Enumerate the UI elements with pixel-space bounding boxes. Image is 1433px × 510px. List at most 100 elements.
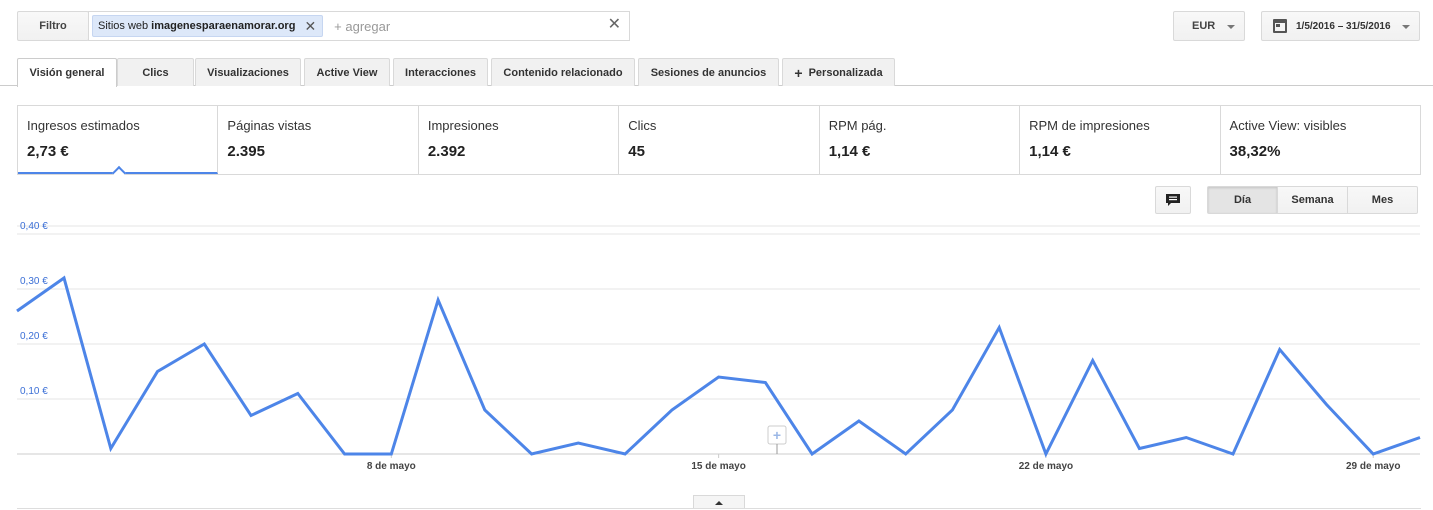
date-range-selector[interactable]: 1/5/2016 – 31/5/2016 xyxy=(1261,11,1420,41)
granularity-week-button[interactable]: Semana xyxy=(1277,186,1348,214)
data-point[interactable] xyxy=(948,406,956,414)
data-point[interactable] xyxy=(294,390,302,398)
chevron-down-icon xyxy=(1227,25,1235,29)
data-point[interactable] xyxy=(1229,450,1237,458)
data-point[interactable] xyxy=(107,445,115,453)
tab-clics[interactable]: Clics xyxy=(117,58,194,86)
x-tick-label: 8 de mayo xyxy=(367,461,416,472)
scorecard-label: Páginas vistas xyxy=(227,118,312,133)
data-point[interactable] xyxy=(154,368,162,376)
filter-label: Filtro xyxy=(39,20,67,32)
scorecard-label: Clics xyxy=(628,118,657,133)
tab-label: Interacciones xyxy=(405,66,476,79)
scorecard-label: Active View: visibles xyxy=(1229,118,1347,133)
tab-label: Active View xyxy=(316,66,378,79)
y-tick-label: 0,40 € xyxy=(20,221,48,232)
plus-icon: + xyxy=(794,64,803,81)
currency-selector[interactable]: EUR xyxy=(1173,11,1245,41)
scorecard-impresiones[interactable]: Impresiones 2.392 xyxy=(419,106,620,174)
scorecard-value: 2.395 xyxy=(227,143,265,160)
data-point[interactable] xyxy=(1322,401,1330,409)
tab-interacciones[interactable]: Interacciones xyxy=(393,58,488,86)
scorecard-rpm-impresiones[interactable]: RPM de impresiones 1,14 € xyxy=(1020,106,1221,174)
filter-button[interactable]: Filtro xyxy=(17,11,89,41)
scorecard-label: Ingresos estimados xyxy=(27,118,140,133)
selected-indicator xyxy=(111,165,127,181)
x-axis: 8 de mayo 15 de mayo 22 de mayo 29 de mayo xyxy=(367,454,1400,472)
data-point[interactable] xyxy=(387,450,395,458)
data-point[interactable] xyxy=(1182,434,1190,442)
scorecard-value: 45 xyxy=(628,143,645,160)
chip-close-icon[interactable]: ✕ xyxy=(304,19,316,33)
earnings-series-line xyxy=(16,275,1421,458)
tab-vision-general[interactable]: Visión general xyxy=(17,58,117,87)
comment-icon xyxy=(1166,194,1180,206)
data-point[interactable] xyxy=(902,450,910,458)
tab-label: Contenido relacionado xyxy=(503,66,623,79)
tab-personalizada[interactable]: + Personalizada xyxy=(782,58,895,86)
annotation-marker[interactable]: + xyxy=(767,425,787,454)
scorecard-clics[interactable]: Clics 45 xyxy=(619,106,820,174)
data-point[interactable] xyxy=(60,274,68,282)
plus-icon: + xyxy=(773,427,781,443)
granularity-toggle: Día Semana Mes xyxy=(1207,186,1418,214)
data-point[interactable] xyxy=(715,373,723,381)
data-point[interactable] xyxy=(1042,450,1050,458)
scorecard-value: 38,32% xyxy=(1229,143,1281,160)
data-point[interactable] xyxy=(434,296,442,304)
data-point[interactable] xyxy=(1276,346,1284,354)
chevron-up-icon xyxy=(715,500,723,505)
tab-visualizaciones[interactable]: Visualizaciones xyxy=(195,58,301,86)
granularity-day-button[interactable]: Día xyxy=(1207,186,1278,214)
chip-value: imagenesparaenamorar.org xyxy=(151,20,296,32)
data-point[interactable] xyxy=(528,450,536,458)
y-tick-label: 0,30 € xyxy=(20,276,48,287)
data-point[interactable] xyxy=(1135,445,1143,453)
annotation-button[interactable] xyxy=(1155,186,1191,214)
scorecard-label: RPM pág. xyxy=(828,118,887,133)
data-point[interactable] xyxy=(341,450,349,458)
x-tick-label: 15 de mayo xyxy=(691,461,745,472)
tab-label: Clics xyxy=(142,66,169,79)
data-point[interactable] xyxy=(761,379,769,387)
data-point[interactable] xyxy=(247,412,255,420)
calendar-icon xyxy=(1273,19,1287,33)
date-range-label: 1/5/2016 – 31/5/2016 xyxy=(1296,20,1391,32)
collapse-chart-handle[interactable] xyxy=(693,495,745,509)
tab-sesiones-de-anuncios[interactable]: Sesiones de anuncios xyxy=(638,58,779,86)
scorecard-value: 2,73 € xyxy=(27,143,69,160)
clear-filter-icon[interactable]: ✕ xyxy=(608,17,621,33)
filter-chip-site: Sitios web imagenesparaenamorar.org ✕ xyxy=(92,15,324,37)
granularity-month-button[interactable]: Mes xyxy=(1347,186,1418,214)
data-point[interactable] xyxy=(574,439,582,447)
data-point[interactable] xyxy=(1416,434,1424,442)
scorecard-ingresos-estimados[interactable]: Ingresos estimados 2,73 € xyxy=(18,106,219,181)
scorecard-paginas-vistas[interactable]: Páginas vistas 2.395 xyxy=(218,106,419,174)
x-tick-label: 22 de mayo xyxy=(1019,461,1073,472)
data-point[interactable] xyxy=(855,417,863,425)
add-filter-input[interactable] xyxy=(334,18,595,34)
tab-label: Sesiones de anuncios xyxy=(650,66,767,79)
scorecard-value: 2.392 xyxy=(427,143,466,160)
data-point[interactable] xyxy=(481,406,489,414)
data-point[interactable] xyxy=(1089,357,1097,365)
scorecard-active-view-visibles[interactable]: Active View: visibles 38,32% xyxy=(1221,106,1420,174)
tab-contenido-relacionado[interactable]: Contenido relacionado xyxy=(491,58,635,86)
data-point[interactable] xyxy=(668,406,676,414)
tab-label: Personalizada xyxy=(808,66,883,79)
filter-box[interactable]: Sitios web imagenesparaenamorar.org ✕ ✕ xyxy=(88,11,630,41)
series-line xyxy=(16,274,1424,458)
data-point[interactable] xyxy=(808,450,816,458)
scorecard-rpm-pag[interactable]: RPM pág. 1,14 € xyxy=(820,106,1021,174)
data-point[interactable] xyxy=(200,340,208,348)
tab-active-view[interactable]: Active View xyxy=(304,58,390,86)
chevron-down-icon xyxy=(1402,25,1410,29)
divider xyxy=(17,508,1421,509)
scorecard-label: Impresiones xyxy=(427,118,499,133)
tab-label: Visualizaciones xyxy=(207,66,289,79)
data-point[interactable] xyxy=(621,450,629,458)
data-point[interactable] xyxy=(995,324,1003,332)
scorecard-value: 1,14 € xyxy=(828,143,871,160)
data-point[interactable] xyxy=(1369,450,1377,458)
earnings-line-chart: 0,10 € 0,20 € 0,30 € 0,40 € 8 de mayo 15 de … xyxy=(16,221,1424,472)
